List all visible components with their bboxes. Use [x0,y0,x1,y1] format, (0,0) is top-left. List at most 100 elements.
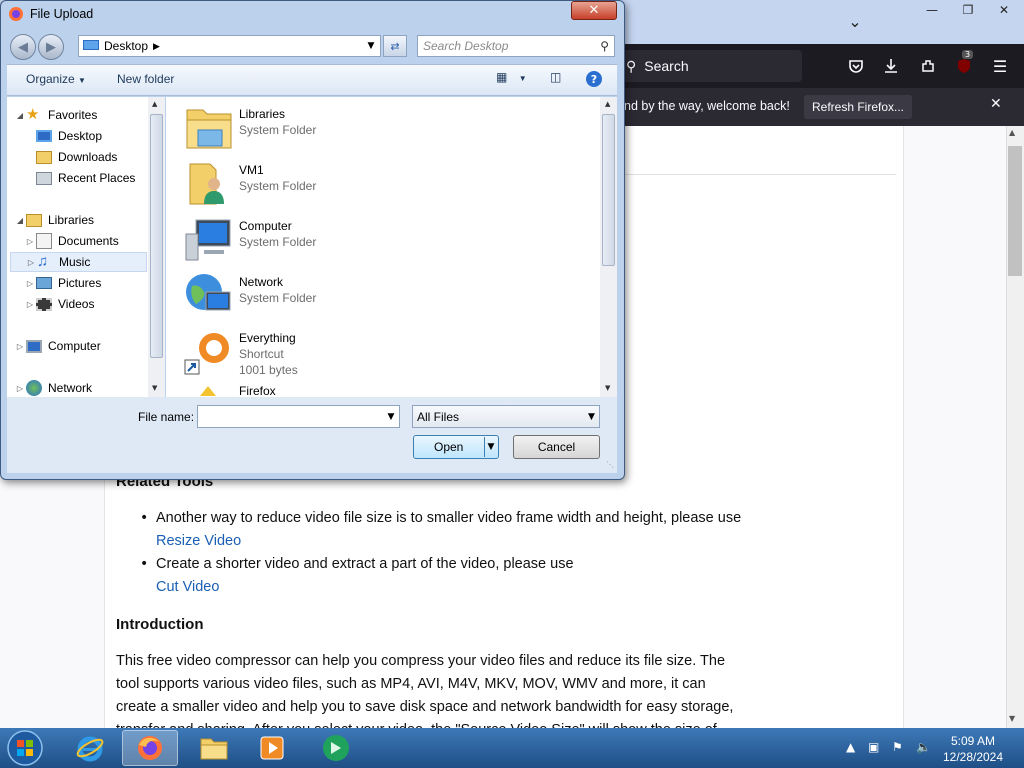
address-bar[interactable]: Desktop ▶ [78,35,381,57]
preview-pane-icon[interactable]: ◫ [550,70,561,84]
documents-icon [36,233,52,249]
nav-label: Network [48,381,93,395]
file-name-label: File name: [138,410,195,424]
recent-places-icon [36,171,52,185]
bullet-icon: • [140,510,149,526]
nav-label: Documents [58,234,119,248]
music-icon: ♫ [37,253,49,270]
scroll-up-arrow-icon[interactable]: ▲ [1009,128,1015,137]
collapsed-arrow-icon[interactable]: ▷ [25,258,37,267]
file-type: System Folder [239,179,317,193]
close-icon[interactable]: ✕ [986,0,1022,20]
file-name-dropdown-icon[interactable]: ▼ [383,406,399,427]
help-icon[interactable]: ? [586,71,602,87]
search-icon: ⚲ [626,57,637,74]
page-divider [620,174,896,175]
file-type-select[interactable]: All Files [412,405,600,428]
collapsed-arrow-icon[interactable]: ▷ [14,384,26,393]
clock[interactable]: 5:09 AM 12/28/2024 [938,733,1008,765]
forward-button[interactable]: ▶ [38,34,64,60]
firefox-search-box[interactable]: ⚲ Search [612,50,802,82]
list-all-tabs-chevron-icon[interactable]: ⌄ [840,6,870,36]
nav-favorites[interactable]: ◢ ★ Favorites [14,105,164,125]
address-dropdown-icon[interactable]: ▼ [362,36,380,56]
close-icon: ✕ [588,3,600,18]
file-type: Shortcut [239,347,284,361]
file-type-value: All Files [417,409,460,424]
page-scrollbar-thumb[interactable] [1008,146,1022,276]
organize-label: Organize [26,72,75,86]
menu-hamburger-icon[interactable]: ☰ [986,52,1014,80]
expanded-arrow-icon[interactable]: ◢ [14,111,26,120]
change-view-button[interactable]: ▦ ▼ [496,70,527,84]
desktop-icon [36,130,52,142]
action-center-flag-icon[interactable]: ⚑ [892,740,903,754]
show-hidden-icons-icon[interactable]: ▲ [846,740,855,754]
scroll-down-arrow-icon[interactable]: ▼ [152,384,157,392]
taskbar-media-player[interactable] [244,730,300,766]
nav-label: Desktop [58,129,103,143]
file-item-libraries[interactable]: Libraries System Folder [184,104,484,156]
resize-video-link[interactable]: Resize Video [156,533,241,549]
firefox-shortcut-icon [200,386,216,396]
forward-arrow-icon: ▶ [46,39,56,55]
file-item-everything[interactable]: Everything Shortcut 1001 bytes [184,328,484,380]
collapsed-arrow-icon[interactable]: ▷ [24,300,36,309]
close-notification-icon[interactable]: ✕ [990,96,1002,112]
pocket-icon[interactable] [842,52,870,80]
firefox-window-controls: — ❐ ✕ [914,0,1024,20]
volume-muted-icon[interactable]: 🔈 [916,740,931,754]
nav-libraries[interactable]: ◢ Libraries [14,210,164,230]
navigation-scrollbar-thumb[interactable] [150,114,163,358]
file-name-input[interactable] [197,405,400,428]
open-options-dropdown-icon[interactable]: ▼ [484,437,497,457]
nav-computer[interactable]: ▷ Computer [14,336,164,356]
restore-icon[interactable]: ❐ [950,0,986,20]
refresh-firefox-button[interactable]: Refresh Firefox... [804,95,912,119]
new-folder-button[interactable]: New folder [117,72,174,86]
scroll-up-arrow-icon[interactable]: ▲ [605,100,610,108]
collapsed-arrow-icon[interactable]: ▷ [24,237,36,246]
refresh-button[interactable]: ⇄ [383,35,407,57]
file-type-dropdown-icon[interactable]: ▼ [584,406,599,427]
collapsed-arrow-icon[interactable]: ▷ [24,279,36,288]
collapsed-arrow-icon[interactable]: ▷ [14,342,26,351]
computer-icon [185,219,231,261]
organize-button[interactable]: Organize ▼ [26,72,86,86]
chevron-down-icon: ▼ [78,76,86,85]
downloads-icon[interactable] [877,52,905,80]
windows-logo-icon [7,730,43,766]
expanded-arrow-icon[interactable]: ◢ [14,216,26,225]
nav-music[interactable]: ▷ ♫ Music [10,252,147,272]
dialog-close-button[interactable]: ✕ [571,1,617,20]
breadcrumb-chevron-icon[interactable]: ▶ [153,41,160,52]
scroll-down-arrow-icon[interactable]: ▼ [605,384,610,392]
nav-network[interactable]: ▷ Network [14,378,164,398]
file-item-vm1[interactable]: VM1 System Folder [184,160,484,212]
file-item-network[interactable]: Network System Folder [184,272,484,324]
taskbar-firefox[interactable] [122,730,178,766]
scroll-down-arrow-icon[interactable]: ▼ [1009,714,1015,723]
taskbar-app-green[interactable] [308,730,364,766]
extensions-icon[interactable] [914,52,942,80]
videos-icon [36,297,52,311]
cut-video-link[interactable]: Cut Video [156,579,219,595]
internet-explorer-icon [76,736,104,762]
media-player-icon [260,736,284,760]
address-location: Desktop [104,39,149,53]
nav-label: Recent Places [58,171,136,185]
back-button[interactable]: ◀ [10,34,36,60]
cancel-button[interactable]: Cancel [513,435,600,459]
search-desktop-input[interactable]: Search Desktop ⚲ [417,35,615,57]
taskbar-internet-explorer[interactable] [62,730,118,766]
scroll-up-arrow-icon[interactable]: ▲ [152,100,157,108]
network-tray-icon[interactable]: ▣ [868,740,879,754]
minimize-icon[interactable]: — [914,0,950,20]
file-list-scrollbar-thumb[interactable] [602,114,615,266]
start-button[interactable] [2,729,48,767]
file-name: VM1 [239,163,264,177]
file-item-computer[interactable]: Computer System Folder [184,216,484,268]
file-item-firefox[interactable]: Firefox [184,384,484,396]
taskbar-file-explorer[interactable] [186,730,242,766]
resize-grip-icon[interactable]: ⋱ [606,460,614,469]
